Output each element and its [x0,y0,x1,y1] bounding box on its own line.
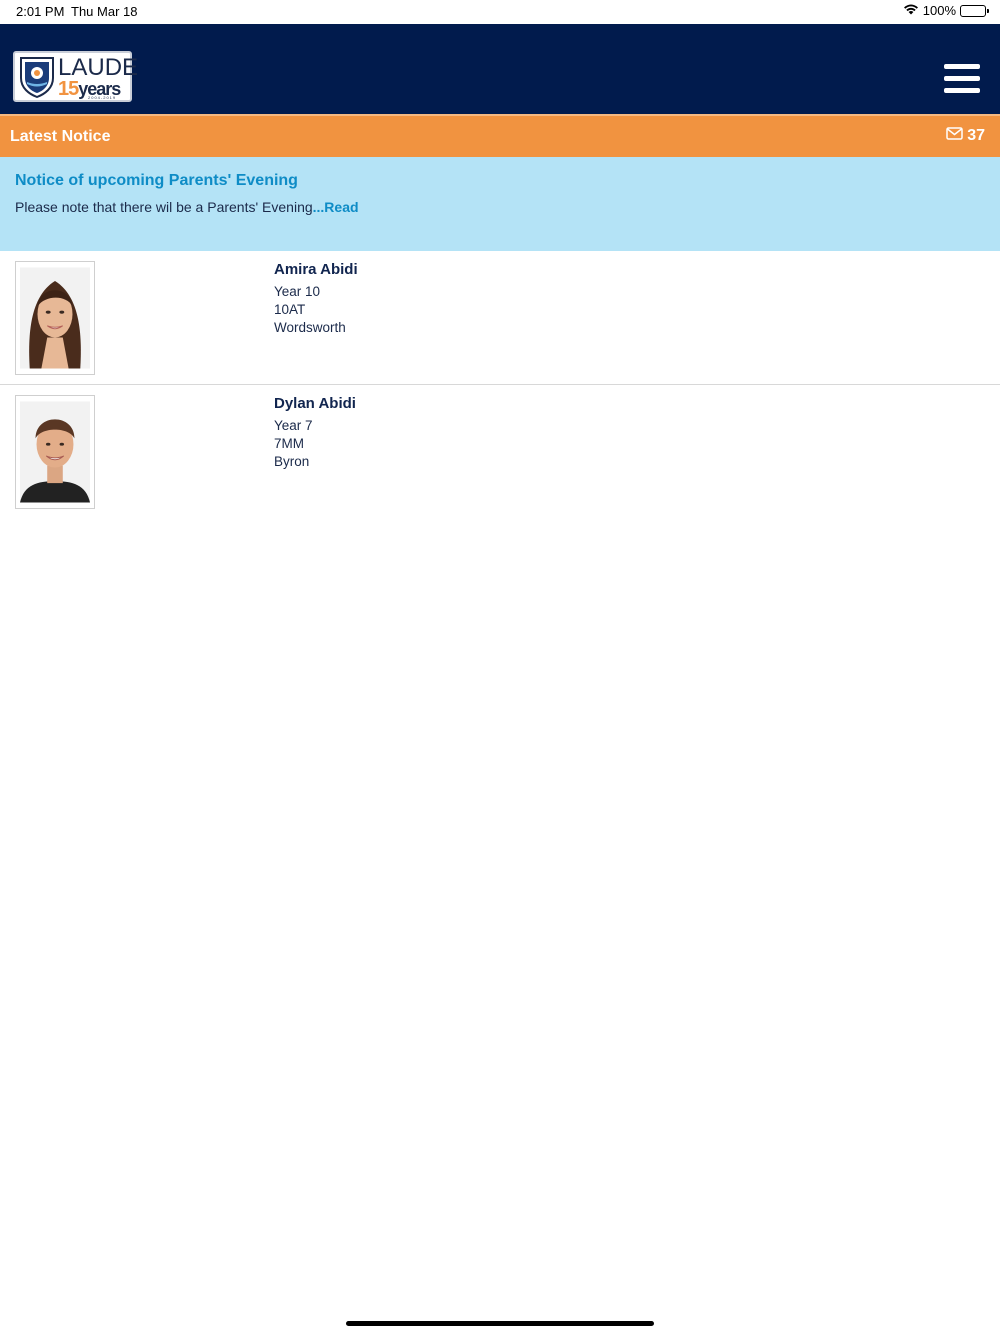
student-form: 10AT [274,302,306,317]
notice-card[interactable]: Notice of upcoming Parents' Evening Plea… [0,157,1000,251]
status-right: 100% [903,3,989,18]
student-year: Year 7 [274,418,313,433]
notice-heading[interactable]: Notice of upcoming Parents' Evening [15,172,298,190]
status-time: 2:01 PM [16,4,65,19]
student-portrait-dylan [20,401,90,503]
student-row[interactable]: Amira Abidi Year 10 10AT Wordsworth [0,251,1000,385]
hamburger-menu-icon[interactable] [944,64,980,96]
envelope-icon [946,127,963,145]
status-bar: 2:01 PM Thu Mar 18 100% [0,0,1000,24]
student-house: Wordsworth [274,320,346,335]
home-indicator[interactable] [346,1321,654,1326]
notice-body-text: Please note that there wil be a Parents'… [15,199,313,215]
school-logo[interactable]: LAUDE 15years 2004-2019 [13,51,138,102]
wifi-icon [903,3,919,18]
logo-years-number: 15 [58,78,79,100]
student-name: Amira Abidi [274,261,358,278]
battery-icon [960,4,989,17]
student-name: Dylan Abidi [274,395,356,412]
student-row[interactable]: Dylan Abidi Year 7 7MM Byron [0,385,1000,519]
read-more-link[interactable]: ...Read [313,199,359,215]
status-date: Thu Mar 18 [71,4,138,19]
inbox-button[interactable]: 37 [946,127,985,145]
student-info: Dylan Abidi Year 7 7MM Byron [274,395,356,471]
crest-icon [20,57,54,98]
app-header: LAUDE 15years 2004-2019 [0,24,1000,114]
latest-notice-bar: Latest Notice 37 [0,114,1000,157]
student-info: Amira Abidi Year 10 10AT Wordsworth [274,261,358,337]
student-photo [15,395,95,509]
student-year: Year 10 [274,284,321,299]
student-form: 7MM [274,436,304,451]
latest-notice-title: Latest Notice [10,128,111,145]
student-house: Byron [274,454,310,469]
notice-body: Please note that there wil be a Parents'… [15,199,359,215]
student-photo [15,261,95,375]
battery-percentage: 100% [922,3,956,18]
logo-dates: 2004-2019 [88,95,117,100]
student-portrait-amira [20,267,90,369]
notice-count: 37 [967,127,985,144]
